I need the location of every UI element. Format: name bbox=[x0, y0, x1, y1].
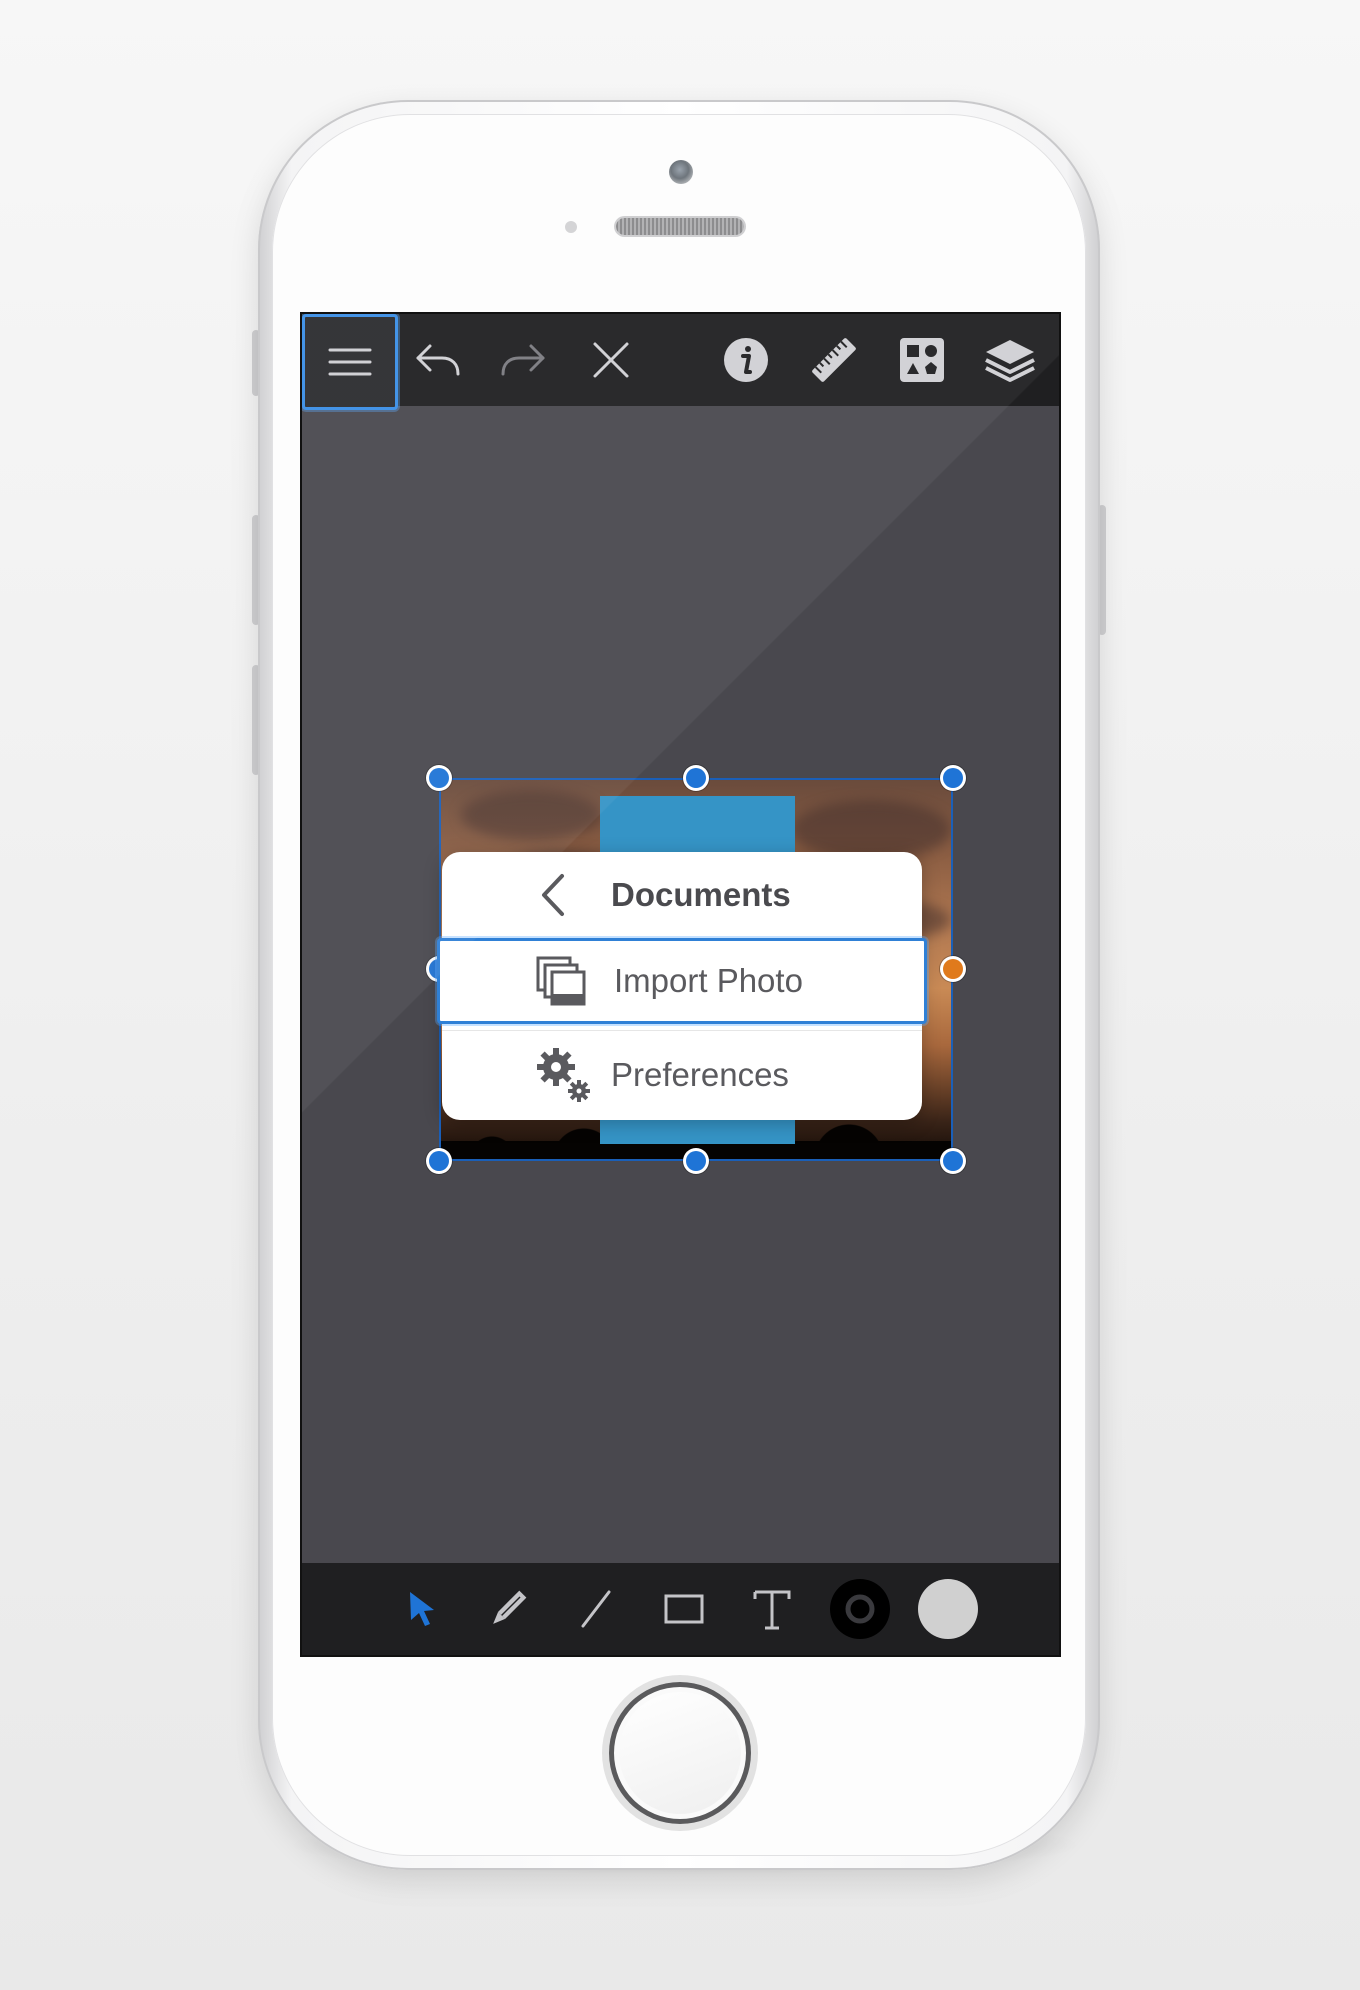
close-button[interactable] bbox=[567, 314, 655, 406]
line-tool-button[interactable] bbox=[552, 1563, 640, 1655]
menu-header-label: Documents bbox=[611, 876, 791, 913]
rectangle-icon bbox=[664, 1594, 704, 1624]
menu-item-label: Import Photo bbox=[614, 962, 803, 999]
resize-handle-top-right[interactable] bbox=[943, 768, 963, 788]
bottom-toolbar bbox=[302, 1563, 1059, 1655]
shapes-icon bbox=[900, 338, 944, 382]
ruler-button[interactable] bbox=[790, 314, 878, 406]
menu-back-documents[interactable]: Documents bbox=[442, 852, 922, 938]
pencil-tool-button[interactable] bbox=[464, 1563, 552, 1655]
select-tool-button[interactable] bbox=[379, 1563, 467, 1655]
stroke-color-swatch bbox=[830, 1579, 890, 1639]
layers-button[interactable] bbox=[966, 314, 1054, 406]
text-icon bbox=[753, 1590, 791, 1630]
photos-icon bbox=[534, 941, 588, 1021]
resize-handle-bottom-right[interactable] bbox=[943, 1151, 963, 1171]
text-tool-button[interactable] bbox=[728, 1563, 816, 1655]
resize-handle-bottom-left[interactable] bbox=[429, 1151, 449, 1171]
menu-item-preferences[interactable]: Preferences bbox=[442, 1032, 922, 1118]
menu-item-import-photo[interactable]: Import Photo bbox=[437, 938, 927, 1024]
stroke-color-button[interactable] bbox=[816, 1563, 904, 1655]
undo-icon bbox=[416, 344, 460, 376]
menu-divider bbox=[442, 1030, 922, 1031]
undo-button[interactable] bbox=[394, 314, 482, 406]
proximity-sensor bbox=[565, 221, 577, 233]
select-arrow-icon bbox=[410, 1592, 434, 1626]
line-icon bbox=[581, 1590, 611, 1628]
front-camera bbox=[669, 160, 693, 184]
ruler-icon bbox=[812, 338, 856, 382]
menu-icon bbox=[328, 348, 372, 376]
info-icon bbox=[724, 338, 768, 382]
close-icon bbox=[593, 342, 629, 378]
earpiece-speaker bbox=[616, 218, 744, 235]
chevron-left-icon bbox=[534, 852, 574, 938]
menu-item-label: Preferences bbox=[611, 1056, 789, 1093]
resize-handle-bottom[interactable] bbox=[686, 1151, 706, 1171]
layers-icon bbox=[985, 340, 1035, 382]
redo-button[interactable] bbox=[479, 314, 567, 406]
home-button[interactable] bbox=[609, 1682, 751, 1824]
rotate-handle[interactable] bbox=[943, 959, 963, 979]
menu-button[interactable] bbox=[302, 314, 398, 410]
fill-color-button[interactable] bbox=[904, 1563, 992, 1655]
info-button[interactable] bbox=[702, 314, 790, 406]
main-menu-popup: Documents Import Photo Preferences bbox=[437, 852, 927, 1120]
gears-icon bbox=[534, 1032, 594, 1118]
redo-icon bbox=[501, 344, 545, 376]
fill-color-swatch bbox=[918, 1579, 978, 1639]
shapes-button[interactable] bbox=[878, 314, 966, 406]
resize-handle-top-left[interactable] bbox=[429, 768, 449, 788]
top-toolbar bbox=[302, 314, 1059, 410]
resize-handle-top[interactable] bbox=[686, 768, 706, 788]
app-screen: Documents Import Photo Preferences bbox=[300, 312, 1061, 1657]
rectangle-tool-button[interactable] bbox=[640, 1563, 728, 1655]
pencil-icon bbox=[493, 1590, 527, 1624]
